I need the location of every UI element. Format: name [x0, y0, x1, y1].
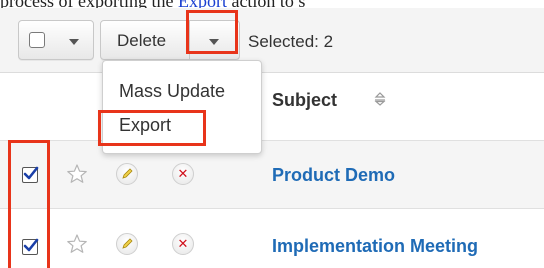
delete-x-icon[interactable]: ✕ [172, 163, 194, 185]
row-checkbox[interactable] [22, 166, 39, 183]
delete-button-label: Delete [117, 31, 167, 50]
select-all-checkbox-icon[interactable] [29, 32, 45, 48]
button-divider [189, 21, 190, 59]
checkmark-icon [23, 238, 39, 252]
select-all-button[interactable] [18, 20, 94, 60]
edit-pencil-icon[interactable] [116, 163, 138, 185]
intro-text-after: action to s [227, 0, 305, 8]
table-row[interactable]: ✕ Product Demo [0, 140, 544, 208]
actions-dropdown-chevron-icon[interactable] [209, 39, 219, 45]
sort-icon[interactable] [374, 92, 386, 106]
column-header-subject[interactable]: Subject [272, 90, 337, 111]
menu-item-mass-update[interactable]: Mass Update [119, 81, 225, 102]
intro-text-before: process of exporting the [0, 0, 178, 8]
checkmark-icon [23, 166, 39, 180]
delete-x-icon[interactable]: ✕ [172, 233, 194, 255]
list-toolbar: Delete Selected: 2 [0, 8, 544, 73]
actions-dropdown-menu: Mass Update Export [102, 60, 262, 154]
chevron-down-icon[interactable] [69, 39, 79, 45]
favorite-star-icon[interactable] [66, 163, 88, 185]
favorite-star-icon[interactable] [66, 233, 88, 255]
table-row[interactable]: ✕ Implementation Meeting [0, 208, 544, 268]
intro-text: process of exporting the Export action t… [0, 0, 544, 8]
delete-button[interactable]: Delete [100, 20, 240, 60]
row-subject-link[interactable]: Product Demo [272, 165, 395, 186]
row-subject-link[interactable]: Implementation Meeting [272, 236, 478, 257]
intro-link[interactable]: Export [178, 0, 227, 8]
edit-pencil-icon[interactable] [116, 233, 138, 255]
row-checkbox[interactable] [22, 238, 39, 255]
selected-count: Selected: 2 [248, 32, 334, 51]
menu-item-export[interactable]: Export [119, 115, 171, 136]
